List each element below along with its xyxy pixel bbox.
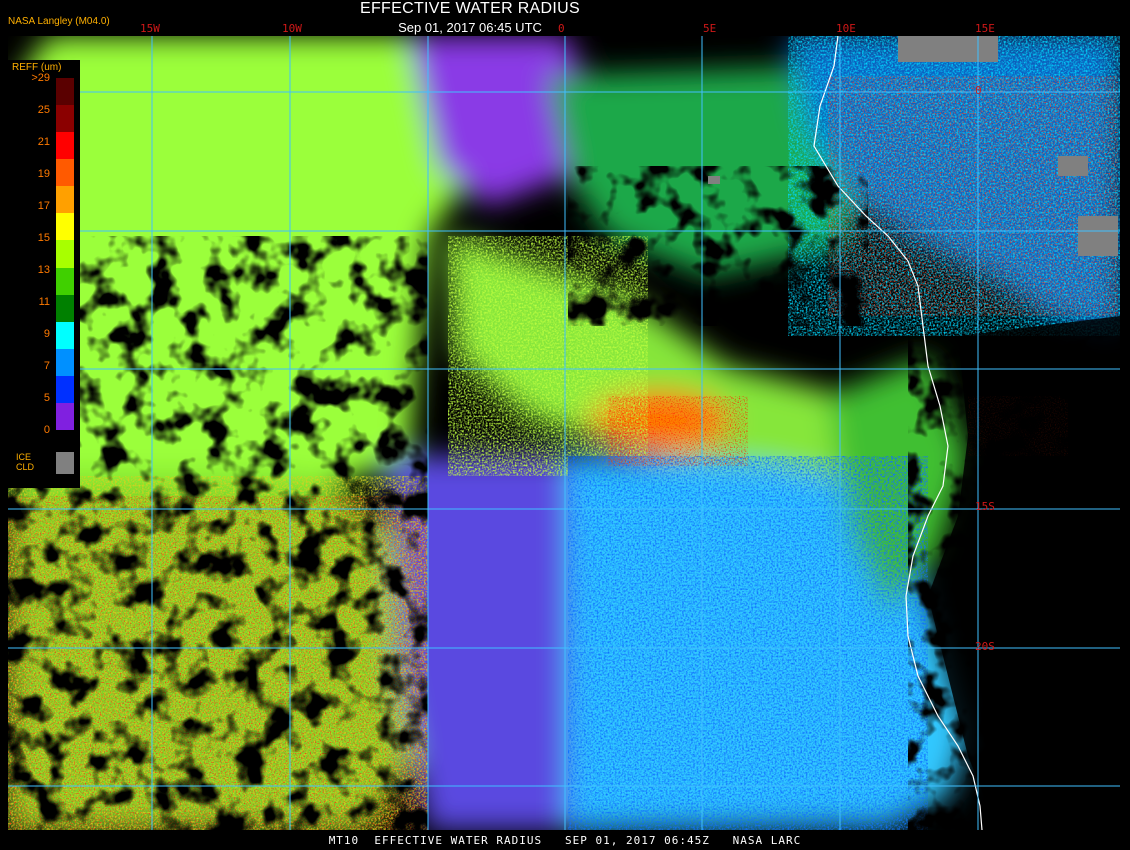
legend-tick-label: 17 — [37, 200, 50, 212]
legend-swatch — [56, 402, 74, 431]
legend-swatch — [56, 132, 74, 160]
color-legend: REFF (um) >29 25 21 19 17 15 13 11 9 7 5 0 ICE CLD — [8, 60, 80, 488]
legend-tick-label: 25 — [37, 104, 50, 116]
lon-label-5e: 5E — [703, 22, 717, 35]
legend-swatch — [56, 105, 74, 133]
legend-tick-label: 7 — [43, 360, 50, 372]
legend-swatch — [56, 186, 74, 214]
legend-swatch — [56, 213, 74, 241]
lon-label-15w: 15W — [140, 22, 160, 35]
legend-color-bar — [56, 78, 74, 431]
legend-swatch — [56, 240, 74, 269]
legend-tick-label: 0 — [43, 424, 50, 436]
legend-swatch — [56, 348, 74, 377]
satellite-map-view: EFFECTIVE WATER RADIUS Sep 01, 2017 06:4… — [0, 0, 1130, 850]
lat-label-20s: 20S — [975, 640, 995, 653]
legend-swatch — [56, 159, 74, 187]
legend-tick-label: 9 — [43, 328, 50, 340]
legend-tick-label: 11 — [38, 296, 50, 308]
footer-caption: MT10 EFFECTIVE WATER RADIUS SEP 01, 2017… — [328, 834, 802, 847]
legend-tick-label: 21 — [37, 136, 50, 148]
lat-label-0: 0 — [975, 84, 982, 97]
legend-tick-label: >29 — [31, 72, 50, 84]
lon-label-15e: 15E — [975, 22, 995, 35]
legend-ice-cloud-swatch — [56, 452, 74, 474]
source-label: NASA Langley (M04.0) — [8, 16, 110, 27]
legend-swatch — [56, 321, 74, 350]
legend-tick-label: 5 — [43, 392, 50, 404]
legend-swatch — [56, 78, 74, 106]
map-title: EFFECTIVE WATER RADIUS — [360, 0, 580, 17]
lon-label-10w: 10W — [282, 22, 302, 35]
effective-radius-map[interactable] — [8, 36, 1120, 830]
legend-swatch — [56, 267, 74, 296]
lat-label-15s: 15S — [975, 500, 995, 513]
legend-tick-label: 15 — [37, 232, 50, 244]
legend-tick-label: 13 — [37, 264, 50, 276]
lon-label-10e: 10E — [836, 22, 856, 35]
legend-swatch — [56, 375, 74, 404]
legend-swatch — [56, 294, 74, 323]
legend-tick-label: 19 — [37, 168, 50, 180]
legend-ice-cloud-label: ICE CLD — [16, 452, 35, 472]
lon-label-0: 0 — [558, 22, 565, 35]
